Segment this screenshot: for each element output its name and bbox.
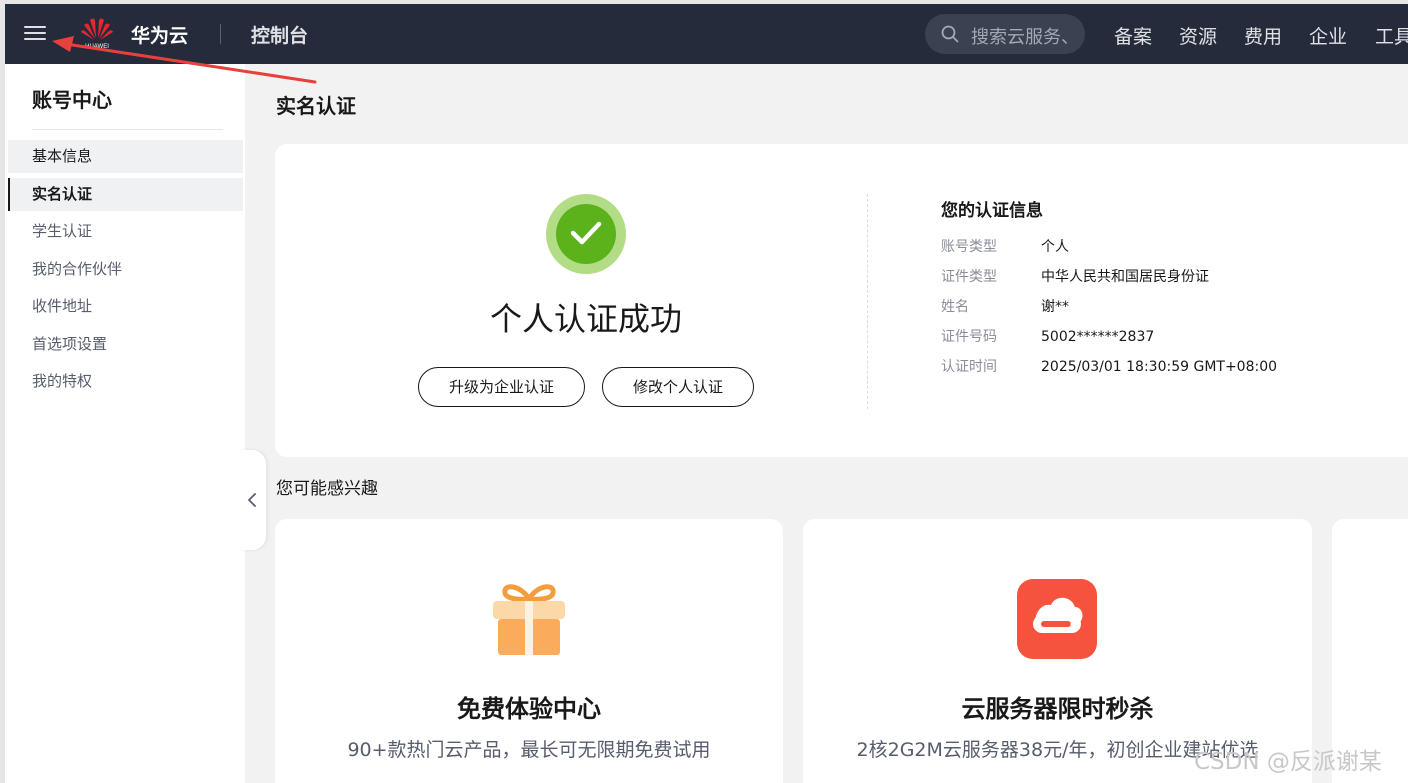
sidebar-item-student[interactable]: 学生认证 — [8, 215, 243, 248]
auth-success-text: 个人认证成功 — [489, 300, 682, 338]
nav-billing[interactable]: 费用 — [1244, 22, 1282, 49]
sidebar-collapse-button[interactable] — [238, 450, 266, 550]
sidebar-item-preferences[interactable]: 首选项设置 — [8, 328, 243, 361]
page-title: 实名认证 — [276, 94, 356, 118]
info-row-name: 姓名 谢** — [941, 296, 1069, 316]
info-label: 账号类型 — [941, 239, 997, 255]
search-placeholder: 搜索云服务、 — [971, 27, 1079, 48]
info-label: 证件类型 — [941, 269, 997, 285]
sidebar-divider — [32, 129, 223, 130]
info-row-id-number: 证件号码 5002******2837 — [941, 326, 1154, 346]
info-value: 个人 — [1041, 239, 1069, 255]
search-icon — [941, 25, 959, 43]
promo-title: 云服务器限时秒杀 — [961, 695, 1154, 723]
csdn-watermark: CSDN @反派谢某 — [1194, 749, 1382, 775]
upgrade-enterprise-button[interactable]: 升级为企业认证 — [418, 367, 585, 407]
nav-beian[interactable]: 备案 — [1114, 22, 1152, 49]
chevron-left-icon — [248, 493, 256, 507]
info-value: 中华人民共和国居民身份证 — [1041, 269, 1209, 285]
promo-subtitle: 90+款热门云产品，最长可无限期免费试用 — [347, 739, 711, 761]
promo-title: 免费体验中心 — [457, 695, 601, 723]
info-label: 证件号码 — [941, 329, 997, 345]
info-value: 2025/03/01 18:30:59 GMT+08:00 — [1041, 359, 1278, 375]
modify-personal-button[interactable]: 修改个人认证 — [602, 367, 754, 407]
nav-enterprise[interactable]: 企业 — [1309, 22, 1347, 49]
interest-section-title: 您可能感兴趣 — [276, 479, 378, 499]
auth-info-heading: 您的认证信息 — [941, 201, 1043, 221]
certification-card: 个人认证成功 升级为企业认证 修改个人认证 您的认证信息 账号类型 个人 证件类型… — [275, 144, 1408, 457]
info-row-auth-time: 认证时间 2025/03/01 18:30:59 GMT+08:00 — [941, 356, 1277, 376]
nav-tools[interactable]: 工具 — [1375, 22, 1408, 49]
sidebar-item-address[interactable]: 收件地址 — [8, 290, 243, 323]
card-divider — [867, 194, 868, 409]
annotation-arrow-icon — [52, 36, 317, 84]
info-label: 姓名 — [941, 299, 969, 315]
cloud-server-icon — [1017, 579, 1097, 659]
info-row-id-type: 证件类型 中华人民共和国居民身份证 — [941, 266, 1209, 286]
sidebar-item-real-name[interactable]: 实名认证 — [8, 178, 243, 211]
gift-icon — [493, 584, 565, 655]
info-label: 认证时间 — [941, 359, 997, 375]
info-row-account-type: 账号类型 个人 — [941, 236, 1069, 256]
info-value: 谢** — [1041, 299, 1069, 315]
sidebar-item-partners[interactable]: 我的合作伙伴 — [8, 253, 243, 286]
info-value: 5002******2837 — [1041, 329, 1155, 345]
account-sidebar: 账号中心 基本信息 实名认证 学生认证 我的合作伙伴 收件地址 首选项设置 我的… — [5, 64, 245, 783]
sidebar-item-privileges[interactable]: 我的特权 — [8, 365, 243, 398]
promo-card-free-trial[interactable]: 免费体验中心 90+款热门云产品，最长可无限期免费试用 — [275, 519, 783, 783]
checkmark-icon — [570, 221, 602, 245]
search-input[interactable]: 搜索云服务、 — [925, 14, 1085, 54]
success-badge — [546, 194, 626, 274]
sidebar-item-basic-info[interactable]: 基本信息 — [8, 140, 243, 173]
nav-resources[interactable]: 资源 — [1179, 22, 1217, 49]
